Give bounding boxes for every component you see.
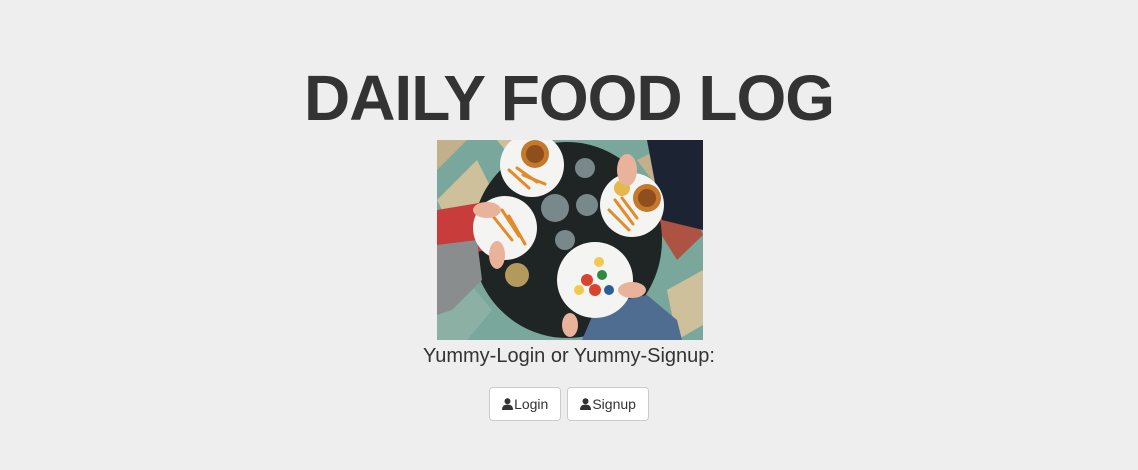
login-signup-prompt: Yummy-Login or Yummy-Signup: [423, 345, 715, 367]
signup-button-label: Signup [592, 396, 636, 412]
hero-food-photo [437, 140, 703, 340]
page-title: DAILY FOOD LOG [303, 62, 835, 134]
user-icon [502, 398, 514, 410]
signup-button[interactable]: Signup [567, 387, 649, 421]
user-icon [580, 398, 592, 410]
login-button-label: Login [514, 396, 549, 412]
landing-page: DAILY FOOD LOG Yummy-Login or Yummy-Sign… [0, 0, 1138, 470]
auth-button-group: Login Signup [0, 387, 1138, 421]
login-button[interactable]: Login [489, 387, 562, 421]
